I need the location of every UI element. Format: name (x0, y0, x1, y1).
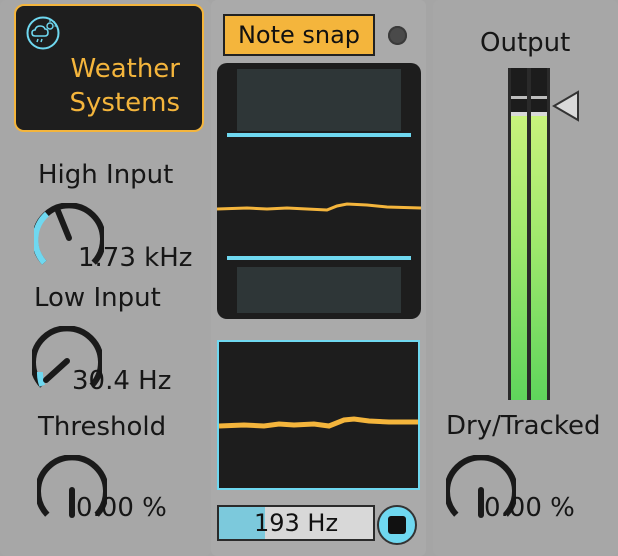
high-input-value: 1.73 kHz (78, 243, 193, 273)
upper-range-region (237, 69, 401, 131)
frequency-trace (219, 416, 418, 429)
dry-tracked-value: 0.00 % (484, 493, 575, 523)
dry-tracked-label: Dry/Tracked (446, 411, 601, 441)
low-input-label: Low Input (34, 283, 161, 313)
pitch-tracker-display[interactable] (217, 63, 421, 319)
frequency-history-display[interactable] (217, 340, 420, 490)
lower-range-region (237, 267, 401, 313)
output-meter-right (531, 116, 547, 400)
frequency-field[interactable]: 193 Hz (217, 505, 375, 541)
device-title: Weather Systems (30, 52, 181, 120)
frequency-history-graph (219, 416, 418, 429)
output-gain-slider-handle[interactable] (552, 90, 580, 122)
threshold-value: 0.00 % (76, 493, 167, 523)
frequency-mode-button[interactable] (377, 505, 417, 545)
note-snap-indicator (388, 26, 407, 45)
output-meter (508, 68, 550, 400)
pitch-tracker-graph (217, 69, 421, 313)
pitch-trace (217, 202, 421, 212)
device-title-line-2: Systems (69, 88, 181, 118)
output-meter-left (511, 116, 527, 400)
weather-cloud-icon (26, 16, 60, 50)
output-label: Output (480, 28, 571, 58)
device-title-block: Weather Systems (14, 4, 204, 132)
threshold-label: Threshold (38, 412, 167, 442)
low-input-value: 30.4 Hz (72, 366, 172, 396)
high-input-label: High Input (38, 160, 174, 190)
frequency-value: 193 Hz (253, 509, 339, 537)
stop-icon (388, 516, 406, 534)
device-title-line-1: Weather (70, 54, 180, 84)
note-snap-button[interactable]: Note snap (223, 14, 375, 56)
